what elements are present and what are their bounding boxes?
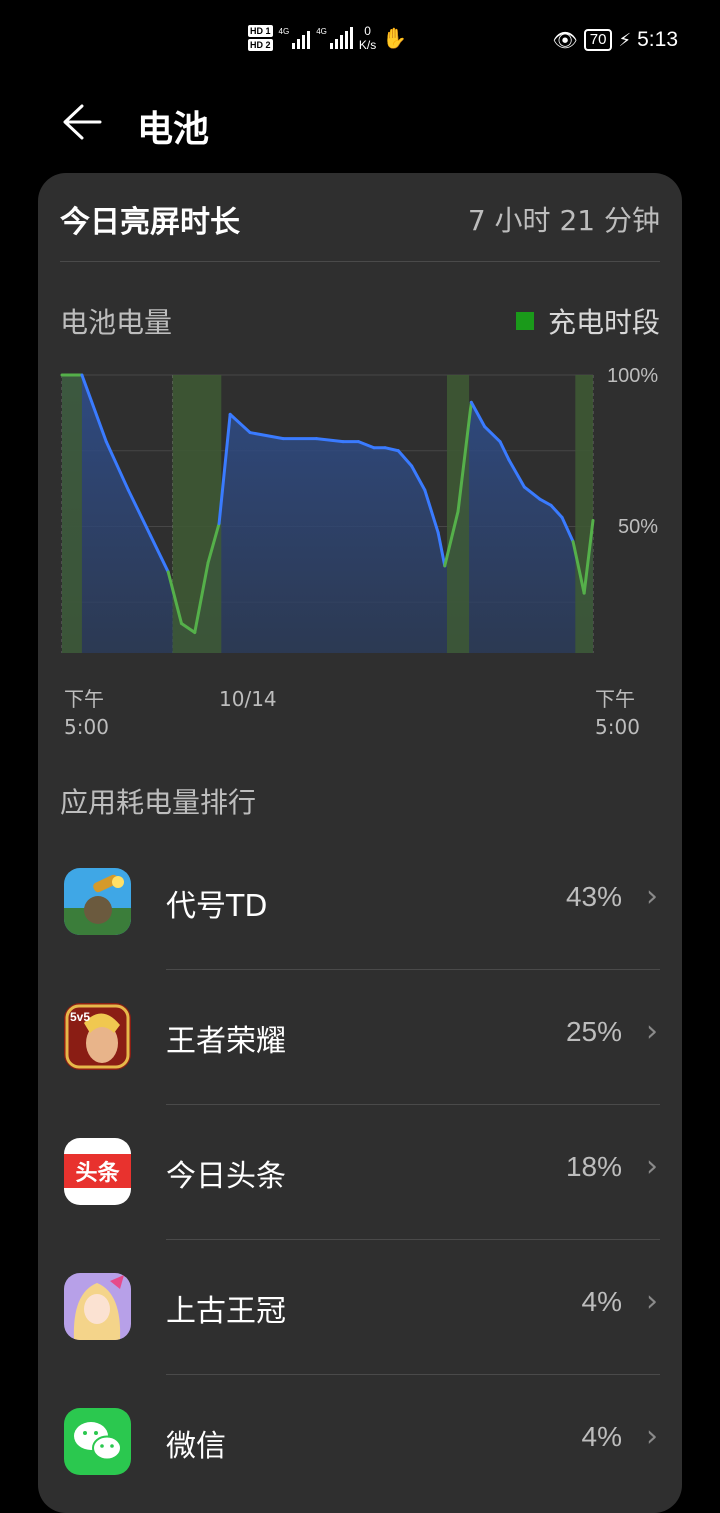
clock: 5:13 — [637, 28, 678, 51]
battery-icon: 70 — [583, 29, 613, 51]
app-header: 电池 — [0, 84, 720, 164]
app-ranking-title: 应用耗电量排行 — [60, 786, 257, 819]
list-item-app-0[interactable]: 代号TD 43% › — [38, 835, 682, 970]
nfc-icon: ✋ — [382, 26, 408, 50]
signal1-label: 4G — [278, 27, 290, 36]
x-tick-end-bottom: 5:00 — [595, 715, 640, 739]
hd1-label: HD 1 — [248, 25, 273, 37]
x-tick-mid-top: 10/14 — [219, 687, 277, 711]
anime-girl-icon — [64, 1273, 131, 1340]
y-tick-50: 50% — [618, 516, 659, 538]
chevron-right-icon: › — [646, 1149, 658, 1184]
x-tick-end: 下午 5:00 — [595, 685, 640, 741]
network-speed: 0 K/s — [359, 24, 376, 52]
charging-period — [172, 375, 222, 653]
app-percent: 4% — [581, 1421, 622, 1452]
page-title: 电池 — [137, 109, 210, 150]
chevron-right-icon: › — [646, 1014, 658, 1049]
icon-badge: 头条 — [75, 1160, 120, 1186]
speed-value: 0 — [364, 24, 371, 38]
chevron-right-icon: › — [646, 1284, 658, 1319]
hd2-label: HD 2 — [248, 39, 273, 51]
speed-unit: K/s — [358, 38, 377, 52]
signal2-icon: 4G — [316, 27, 353, 49]
app-percent: 4% — [581, 1286, 622, 1317]
app-name: 微信 — [166, 1429, 226, 1464]
list-item-app-4[interactable]: 微信 4% › — [38, 1375, 682, 1510]
x-tick-start-bottom: 5:00 — [64, 715, 109, 739]
toutiao-icon: 头条 — [64, 1138, 131, 1205]
y-tick-100: 100% — [607, 365, 659, 387]
app-percent: 43% — [565, 881, 622, 912]
charging-period — [575, 375, 593, 653]
battery-chart[interactable] — [38, 173, 682, 653]
icon-badge: 5v5 — [70, 1010, 90, 1024]
x-tick-start: 下午 5:00 — [64, 685, 109, 741]
app-name: 今日头条 — [166, 1159, 286, 1194]
chevron-right-icon: › — [646, 1419, 658, 1454]
status-bar: HD 1 HD 2 4G 4G 0 K/s ✋ 👁 70 ⚡ 5:13 — [0, 0, 720, 84]
hd-icon: HD 1 HD 2 — [248, 25, 273, 51]
app-percent: 18% — [565, 1151, 622, 1182]
chevron-right-icon: › — [646, 879, 658, 914]
list-item-app-3[interactable]: 上古王冠 4% › — [38, 1240, 682, 1375]
signal-icon: 4G — [279, 27, 311, 49]
app-percent: 25% — [565, 1016, 622, 1047]
game-cannon-icon — [64, 868, 131, 935]
x-tick-end-top: 下午 — [595, 687, 635, 711]
app-name: 代号TD — [166, 889, 268, 924]
x-tick-start-top: 下午 — [64, 687, 104, 711]
arrow-left-icon[interactable] — [60, 102, 104, 142]
list-item-app-2[interactable]: 头条 今日头条 18% › — [38, 1105, 682, 1240]
status-center: HD 1 HD 2 4G 4G 0 K/s ✋ — [248, 24, 407, 52]
app-name: 王者荣耀 — [166, 1024, 286, 1059]
wechat-icon — [64, 1408, 131, 1475]
status-right: 👁 70 ⚡ 5:13 — [552, 28, 678, 52]
eye-icon: 👁 — [552, 28, 578, 52]
charging-period — [62, 375, 82, 653]
battery-card: 今日亮屏时长 7 小时 21 分钟 电池电量 充电时段 100% 50% 下午 … — [38, 173, 682, 1513]
app-name: 上古王冠 — [166, 1294, 286, 1329]
list-item-app-1[interactable]: 5v5 王者荣耀 25% › — [38, 970, 682, 1105]
x-tick-mid: 10/14 — [219, 685, 277, 713]
charging-icon: ⚡ — [618, 29, 632, 51]
honor-of-kings-icon: 5v5 — [64, 1003, 131, 1070]
signal2-label: 4G — [316, 27, 327, 36]
